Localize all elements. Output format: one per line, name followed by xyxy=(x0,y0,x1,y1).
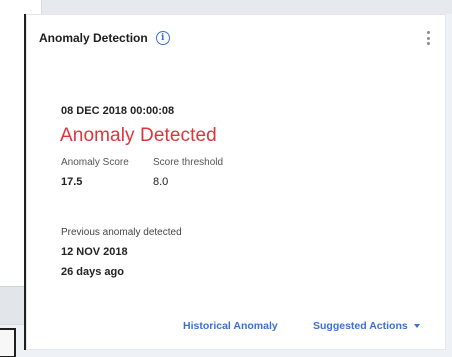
historical-anomaly-link[interactable]: Historical Anomaly xyxy=(183,320,278,332)
anomaly-score-label: Anomaly Score xyxy=(61,157,129,168)
suggested-actions-dropdown[interactable]: Suggested Actions xyxy=(313,320,420,332)
caret-down-icon xyxy=(413,324,420,329)
kebab-menu-icon[interactable] xyxy=(423,29,433,47)
score-threshold-label: Score threshold xyxy=(153,157,224,168)
anomaly-score-value: 17.5 xyxy=(61,176,83,188)
top-bar xyxy=(30,0,452,14)
anomaly-timestamp: 08 DEC 2018 00:00:08 xyxy=(61,105,175,117)
card-header: Anomaly Detection i xyxy=(39,27,433,49)
info-icon[interactable]: i xyxy=(155,31,170,45)
previous-anomaly-ago: 26 days ago xyxy=(61,266,124,278)
suggested-actions-label: Suggested Actions xyxy=(313,320,408,332)
dashboard-stage: Anomaly Detection i 08 DEC 2018 00:00:08… xyxy=(0,0,452,357)
card-title: Anomaly Detection xyxy=(39,31,148,45)
previous-anomaly-date: 12 NOV 2018 xyxy=(61,246,128,258)
outlined-box xyxy=(0,328,16,357)
anomaly-status: Anomaly Detected xyxy=(60,125,217,146)
score-threshold-value: 8.0 xyxy=(153,176,169,188)
previous-anomaly-label: Previous anomaly detected xyxy=(61,227,182,238)
anomaly-detection-card: Anomaly Detection i 08 DEC 2018 00:00:08… xyxy=(26,14,446,350)
